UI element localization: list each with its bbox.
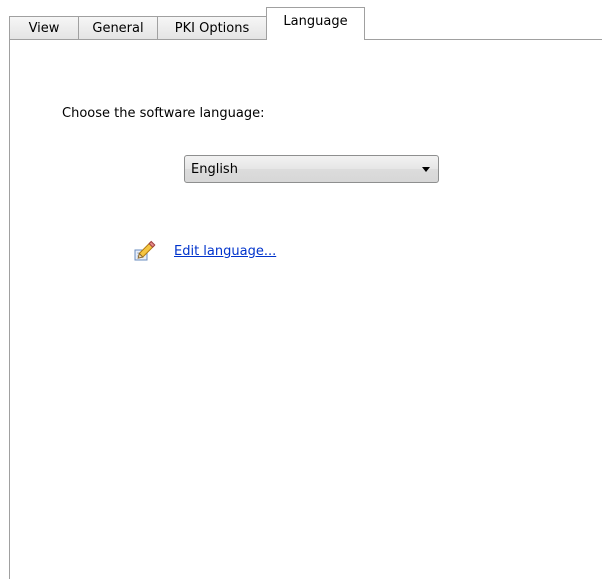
tab-language-label: Language <box>283 14 348 29</box>
tab-view-label: View <box>28 20 60 36</box>
tab-general-label: General <box>92 20 144 36</box>
language-select[interactable]: English <box>184 155 439 183</box>
edit-pencil-icon[interactable] <box>133 240 159 264</box>
language-prompt: Choose the software language: <box>62 106 265 121</box>
tab-pki-options-label: PKI Options <box>174 20 250 36</box>
language-select-value: English <box>191 161 238 177</box>
edit-language-link[interactable]: Edit language... <box>174 244 276 259</box>
tab-strip: View General PKI Options Language <box>9 7 602 40</box>
chevron-down-icon <box>422 167 430 172</box>
tab-pki-options[interactable]: PKI Options <box>157 16 267 39</box>
tab-language[interactable]: Language <box>266 7 365 40</box>
tab-general[interactable]: General <box>78 16 158 39</box>
tab-view[interactable]: View <box>9 16 79 39</box>
